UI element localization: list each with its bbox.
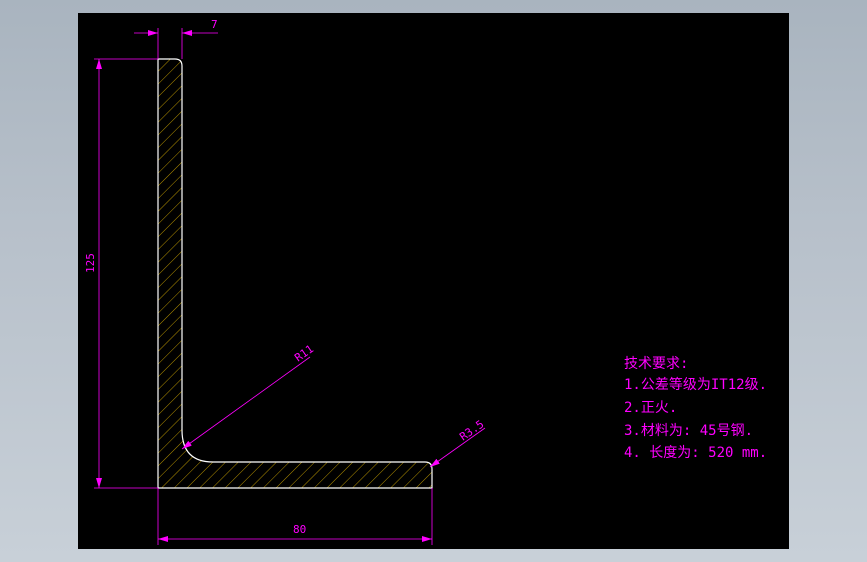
notes-line-1: 1.公差等级为IT12级.: [624, 376, 767, 393]
dim-height: 125: [84, 59, 102, 488]
dim-thickness-label: 7: [211, 18, 218, 31]
notes-line-4: 4. 长度为: 520 mm.: [624, 445, 767, 461]
dim-inner-radius: R11: [181, 342, 316, 450]
dim-toe-radius: R3.5: [429, 418, 486, 468]
dim-width-label: 80: [293, 523, 306, 536]
dim-inner-radius-label: R11: [292, 342, 316, 364]
technical-notes: 技术要求: 1.公差等级为IT12级. 2.正火. 3.材料为: 45号钢. 4…: [624, 356, 767, 461]
dim-toe-radius-label: R3.5: [457, 418, 486, 444]
notes-line-3: 3.材料为: 45号钢.: [624, 423, 753, 439]
dim-width: 80: [158, 523, 432, 542]
notes-line-2: 2.正火.: [624, 400, 677, 416]
cad-drawing: 7 125 80 R11 R3.5 技术要求: 1.公差等级为IT12级. 2.…: [84, 18, 767, 545]
notes-title: 技术要求:: [624, 356, 688, 372]
dim-thickness: 7: [134, 18, 218, 36]
angle-profile: [157, 58, 433, 489]
dim-height-label: 125: [84, 253, 97, 273]
